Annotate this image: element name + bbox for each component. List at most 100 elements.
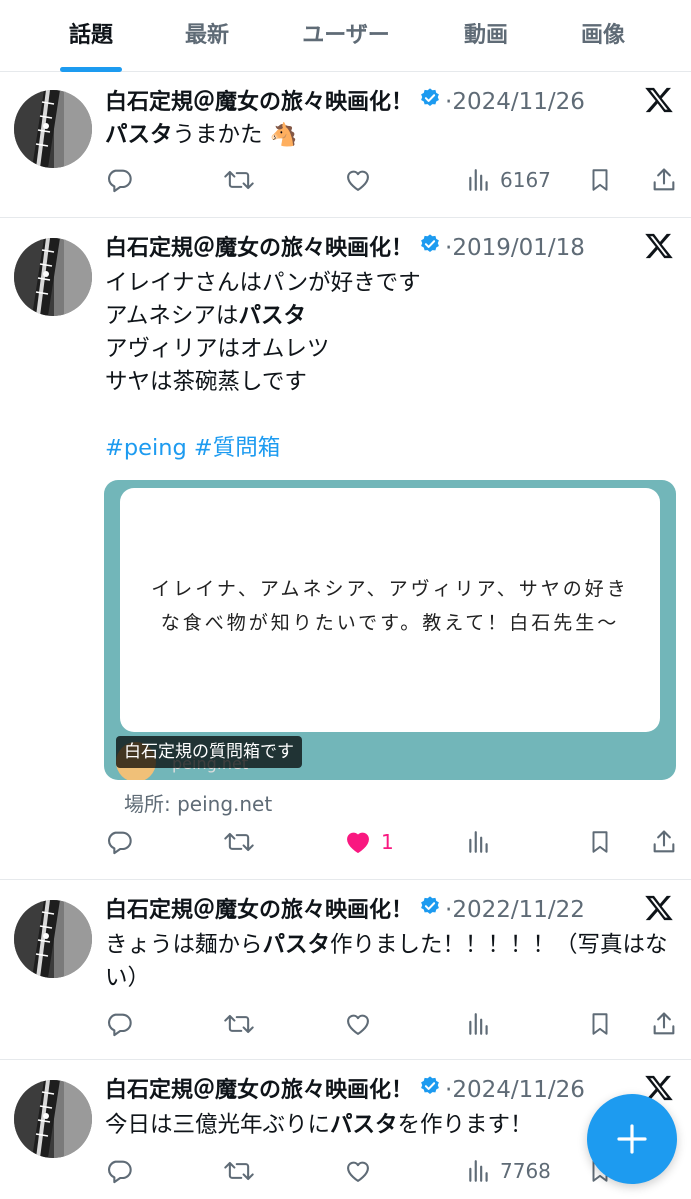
retweet-button[interactable] bbox=[223, 824, 255, 860]
views-button[interactable]: 7768 bbox=[466, 1153, 551, 1189]
tab-label: 話題 bbox=[68, 23, 113, 48]
view-count: 6167 bbox=[500, 168, 551, 192]
tab-users[interactable]: ユーザー bbox=[286, 0, 406, 72]
bookmark-button[interactable] bbox=[587, 1006, 613, 1042]
author-name[interactable]: 白石定規＠魔女の旅々映画化！ bbox=[105, 90, 413, 115]
retweet-button[interactable] bbox=[223, 1153, 255, 1189]
avatar[interactable] bbox=[14, 900, 92, 978]
like-button[interactable] bbox=[343, 1153, 373, 1189]
views-icon bbox=[469, 169, 488, 191]
views-icon bbox=[469, 1013, 488, 1035]
tweet[interactable]: 白石定規＠魔女の旅々映画化！ ·2019/01/18 イレイナさんはパンが好きです… bbox=[0, 218, 691, 880]
tab-label: 画像 bbox=[580, 23, 625, 48]
tab-latest[interactable]: 最新 bbox=[147, 0, 267, 72]
retweet-button[interactable] bbox=[223, 162, 255, 198]
author-name[interactable]: 白石定規＠魔女の旅々映画化！ bbox=[105, 236, 413, 261]
share-button[interactable] bbox=[650, 1006, 678, 1042]
verified-icon bbox=[419, 232, 441, 266]
highlight-term: パスタ bbox=[330, 1112, 398, 1138]
highlight-term: パスタ bbox=[262, 932, 331, 958]
action-bar bbox=[105, 1006, 680, 1042]
x-logo-icon bbox=[644, 893, 678, 927]
tab-videos[interactable]: 動画 bbox=[426, 0, 546, 72]
tweet-date[interactable]: 2024/11/26 bbox=[452, 89, 585, 115]
tweet-text: きょうは麺からパスタ作りました！！！！！（写真はない） bbox=[105, 929, 675, 995]
card-question-text: イレイナ、アムネシア、アヴィリア、サヤの好きな食べ物が知りたいです。教えて！白石… bbox=[151, 578, 629, 634]
avatar[interactable] bbox=[14, 1080, 92, 1158]
compose-button[interactable] bbox=[587, 1094, 677, 1184]
tab-bar: 話題 最新 ユーザー 動画 画像 bbox=[0, 0, 691, 72]
reply-button[interactable] bbox=[105, 162, 133, 198]
share-button[interactable] bbox=[650, 162, 678, 198]
tweet-text: パスタうまかた 🐴 bbox=[105, 119, 675, 152]
views-button[interactable] bbox=[466, 1006, 492, 1042]
text-segment: きょうは麺から bbox=[105, 932, 263, 958]
share-button[interactable] bbox=[650, 824, 678, 860]
like-button[interactable] bbox=[343, 1006, 373, 1042]
tweet[interactable]: 白石定規＠魔女の旅々映画化！ ·2022/11/22 きょうは麺からパスタ作りまし… bbox=[0, 880, 691, 1060]
tab-label: 最新 bbox=[184, 23, 229, 48]
share-icon bbox=[653, 168, 675, 191]
share-icon bbox=[653, 1012, 675, 1035]
action-bar: 6167 bbox=[105, 162, 680, 198]
tweet-header: 白石定規＠魔女の旅々映画化！ ·2019/01/18 bbox=[105, 231, 585, 265]
tab-label: ユーザー bbox=[302, 23, 390, 48]
x-logo-icon bbox=[644, 85, 678, 119]
avatar[interactable] bbox=[14, 90, 92, 168]
reply-button[interactable] bbox=[105, 1153, 133, 1189]
bookmark-button[interactable] bbox=[587, 824, 613, 860]
tweet-date[interactable]: 2024/11/26 bbox=[452, 1077, 585, 1103]
like-button[interactable] bbox=[343, 162, 373, 198]
x-logo-icon bbox=[644, 231, 678, 265]
like-icon bbox=[347, 170, 369, 191]
share-icon bbox=[653, 830, 675, 853]
bookmark-icon bbox=[592, 831, 608, 853]
bookmark-icon bbox=[592, 1013, 608, 1035]
highlight-term: パスタ bbox=[238, 303, 306, 329]
tweet-header: 白石定規＠魔女の旅々映画化！ ·2024/11/26 bbox=[105, 1073, 585, 1107]
card-caption: 白石定規の質問箱です bbox=[116, 736, 302, 768]
tweet-text: イレイナさんはパンが好きです アムネシアはパスタ アヴィリアはオムレツ サヤは茶… bbox=[105, 267, 675, 465]
verified-icon bbox=[419, 894, 441, 928]
views-icon bbox=[469, 1160, 488, 1182]
like-button[interactable]: 1 bbox=[343, 824, 394, 860]
reply-button[interactable] bbox=[105, 824, 133, 860]
retweet-button[interactable] bbox=[223, 1006, 255, 1042]
retweet-icon bbox=[224, 170, 254, 190]
tweet[interactable]: 白石定規＠魔女の旅々映画化！ ·2024/11/26 パスタうまかた 🐴 6167 bbox=[0, 72, 691, 218]
like-icon bbox=[347, 832, 369, 853]
bookmark-button[interactable] bbox=[587, 162, 613, 198]
reply-button[interactable] bbox=[105, 1006, 133, 1042]
like-icon bbox=[347, 1161, 369, 1182]
avatar[interactable] bbox=[14, 238, 92, 316]
action-bar: 1 bbox=[105, 824, 680, 860]
views-icon bbox=[469, 831, 488, 853]
card-source[interactable]: 場所: peing.net bbox=[124, 788, 272, 817]
tab-trending[interactable]: 話題 bbox=[31, 0, 151, 72]
author-name[interactable]: 白石定規＠魔女の旅々映画化！ bbox=[105, 1078, 413, 1103]
text-segment: うまかた 🐴 bbox=[172, 122, 298, 148]
views-button[interactable]: 6167 bbox=[466, 162, 551, 198]
tab-images[interactable]: 画像 bbox=[543, 0, 663, 72]
tweet-date[interactable]: 2019/01/18 bbox=[452, 235, 585, 261]
views-button[interactable] bbox=[466, 824, 492, 860]
card-image: イレイナ、アムネシア、アヴィリア、サヤの好きな食べ物が知りたいです。教えて！白石… bbox=[120, 488, 660, 732]
reply-icon bbox=[108, 1160, 132, 1184]
tweet-header: 白石定規＠魔女の旅々映画化！ ·2022/11/22 bbox=[105, 893, 585, 927]
highlight-term: パスタ bbox=[105, 122, 173, 148]
retweet-icon bbox=[224, 1014, 254, 1034]
verified-icon bbox=[419, 1074, 441, 1108]
text-segment: 今日は三億光年ぶりに bbox=[105, 1112, 331, 1138]
tweet-date[interactable]: 2022/11/22 bbox=[452, 897, 585, 923]
reply-icon bbox=[108, 1013, 132, 1037]
text-segment: アムネシアは bbox=[105, 303, 239, 329]
author-name[interactable]: 白石定規＠魔女の旅々映画化！ bbox=[105, 898, 413, 923]
text-segment: を作ります！ bbox=[397, 1112, 533, 1138]
text-line: サヤは茶碗蒸しです bbox=[105, 369, 307, 395]
retweet-icon bbox=[224, 832, 254, 852]
tab-label: 動画 bbox=[463, 23, 508, 48]
reply-icon bbox=[108, 169, 132, 193]
tweet-header: 白石定規＠魔女の旅々映画化！ ·2024/11/26 bbox=[105, 85, 585, 119]
hashtag-links[interactable]: #peing #質問箱 bbox=[105, 432, 675, 465]
link-card[interactable]: イレイナ、アムネシア、アヴィリア、サヤの好きな食べ物が知りたいです。教えて！白石… bbox=[104, 480, 676, 780]
